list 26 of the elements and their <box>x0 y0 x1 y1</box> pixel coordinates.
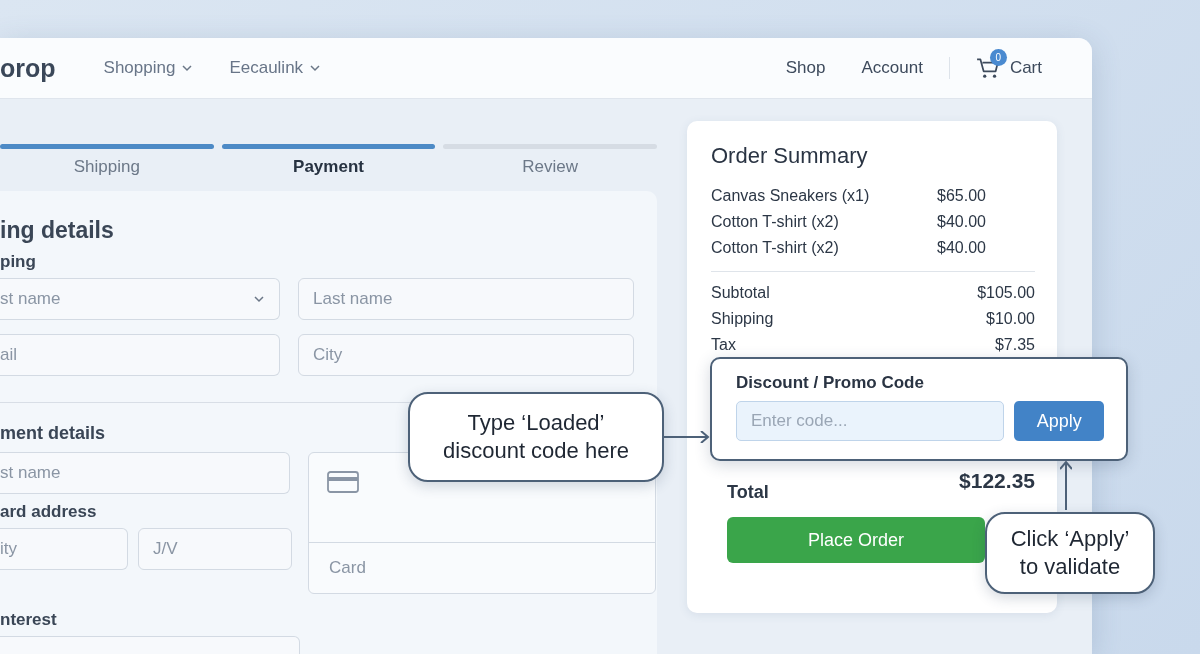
total-label: Total <box>727 482 769 503</box>
cart-label: Cart <box>1009 58 1042 78</box>
total-value: $7.35 <box>994 336 1035 354</box>
cart-count-badge: 0 <box>989 49 1007 66</box>
callout-tooltip: Type ‘Loaded’ discount code here <box>408 392 664 482</box>
item-price: $65.00 <box>937 187 986 205</box>
item-name: Cotton T-shirt (x2) <box>711 213 840 231</box>
total-value: $105.00 <box>977 284 1035 302</box>
callout-tooltip: Click ‘Apply’ to validate <box>985 512 1155 594</box>
field-label: ard address <box>0 502 98 522</box>
item-price: $40.00 <box>937 239 986 257</box>
item-price: $40.00 <box>937 213 986 231</box>
field-label: nterest <box>0 610 58 630</box>
item-name: Canvas Sneakers (x1) <box>711 187 871 205</box>
total-value: $10.00 <box>986 310 1035 328</box>
summary-title: Order Summary <box>711 143 869 169</box>
promo-label: Discount / Promo Code <box>736 373 925 393</box>
field-label: ping <box>0 252 37 272</box>
total-label: Tax <box>711 336 736 354</box>
total-label: Subtotal <box>711 284 770 302</box>
item-name: Cotton T-shirt (x2) <box>711 239 840 257</box>
section-heading: ment details <box>0 423 106 444</box>
total-label: Shipping <box>711 310 774 328</box>
logo-text: orop <box>0 53 56 83</box>
section-heading: ing details <box>0 217 115 244</box>
total-amount: $122.35 <box>959 469 1035 493</box>
